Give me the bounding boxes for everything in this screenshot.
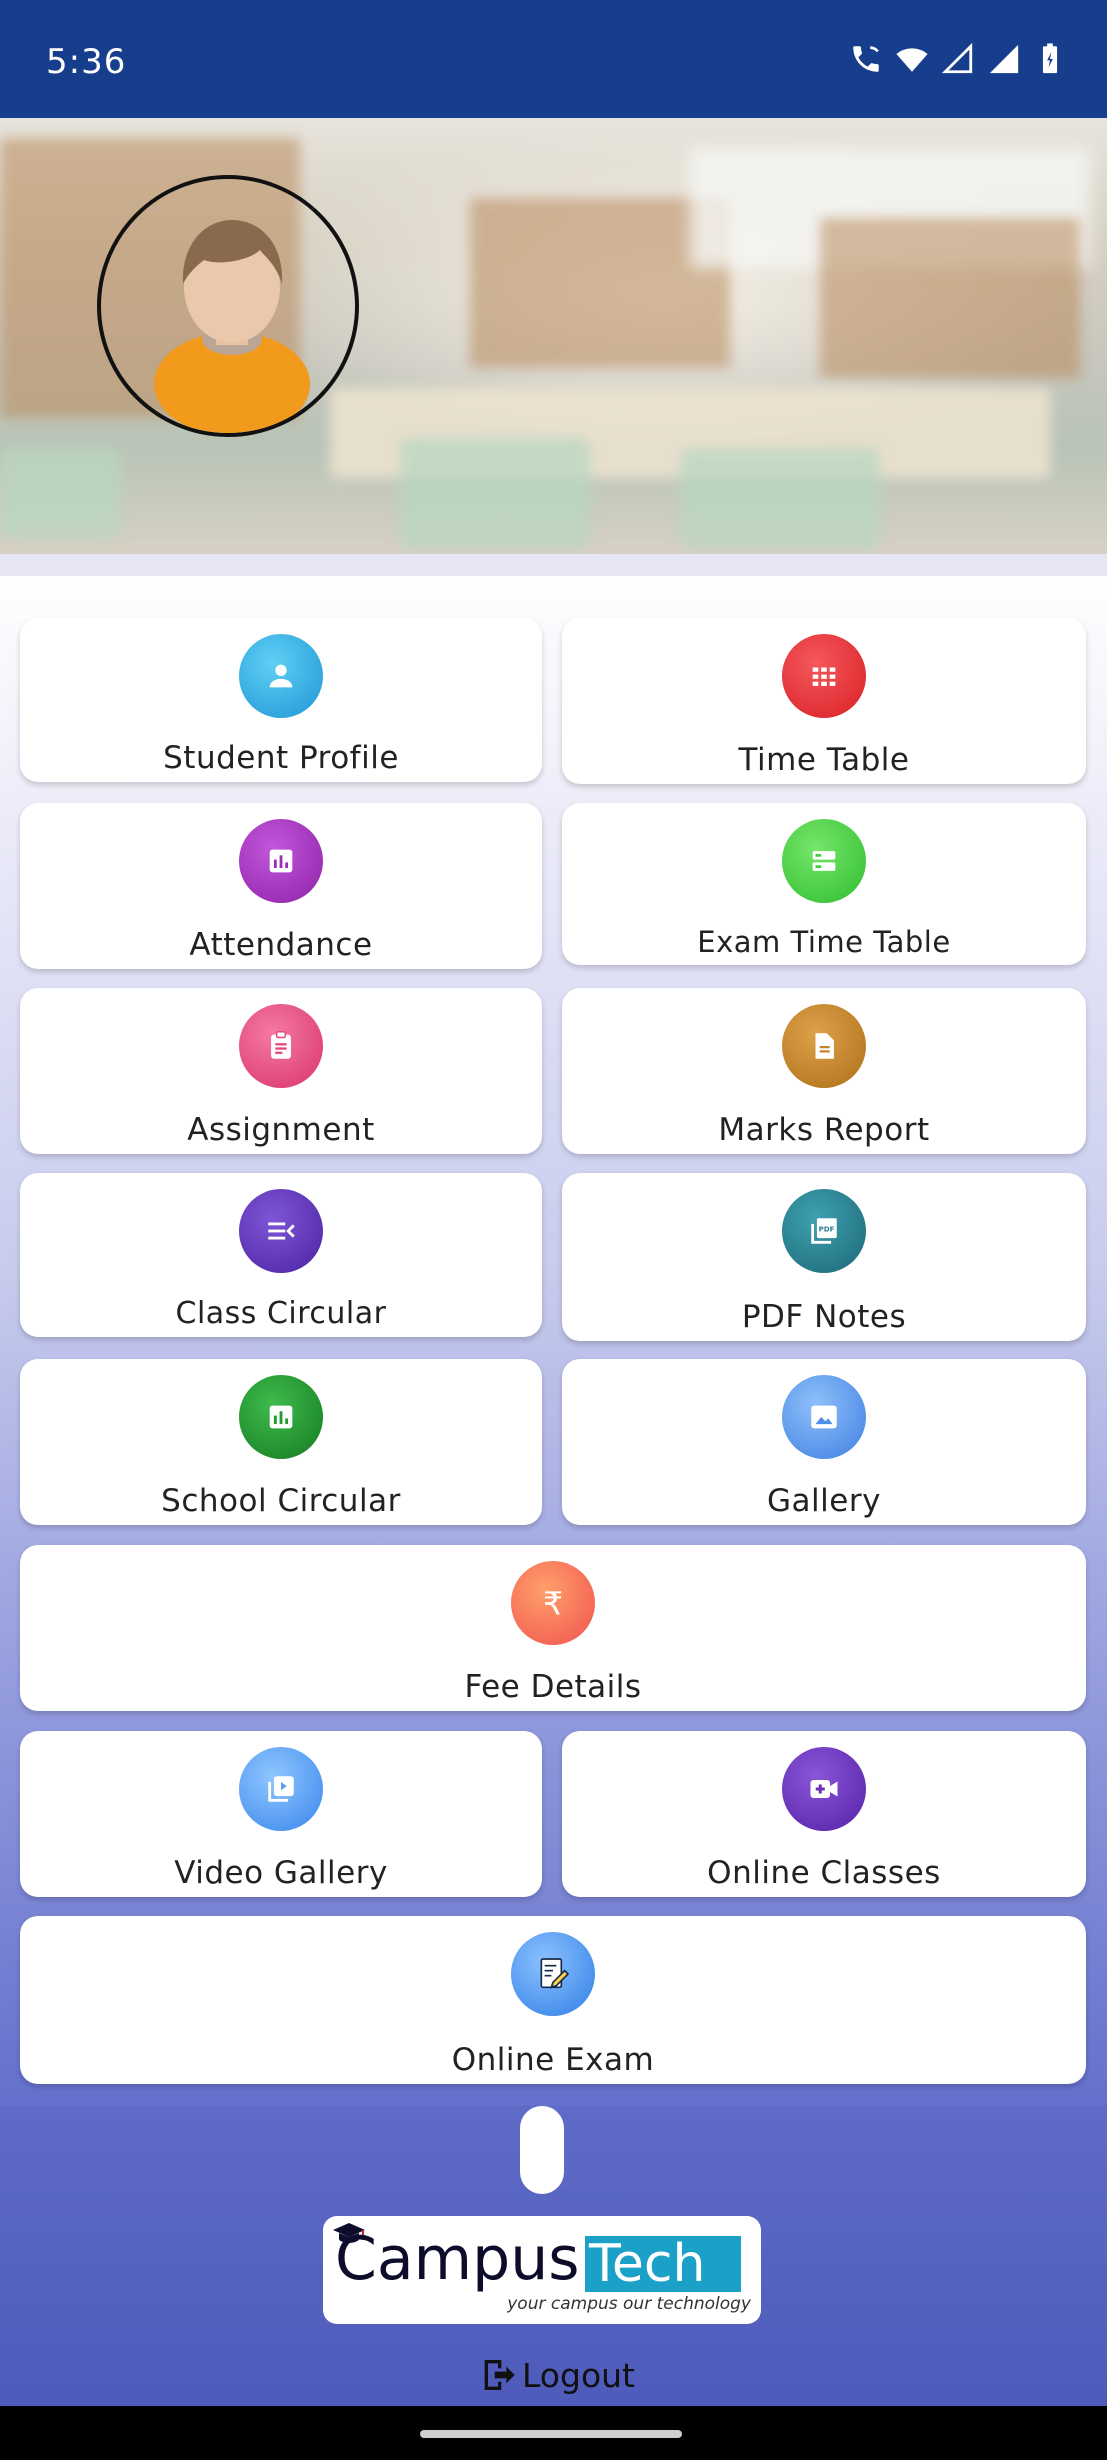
logout-label: Logout <box>522 2355 635 2395</box>
logout-button[interactable]: Logout <box>478 2350 635 2400</box>
marks-report-card[interactable]: Marks Report <box>562 988 1086 1154</box>
grid-icon <box>782 634 866 718</box>
time-table-label: Time Table <box>738 742 910 778</box>
document-icon <box>782 1004 866 1088</box>
school-circular-card[interactable]: School Circular <box>20 1359 542 1525</box>
class-circular-label: Class Circular <box>175 1296 387 1331</box>
avatar[interactable] <box>97 175 359 437</box>
wifi-icon <box>895 42 929 76</box>
bar-chart-icon <box>239 1375 323 1459</box>
assignment-label: Assignment <box>187 1112 375 1148</box>
video-gallery-card[interactable]: Video Gallery <box>20 1731 542 1897</box>
online-classes-card[interactable]: Online Classes <box>562 1731 1086 1897</box>
rupee-icon: ₹ <box>511 1561 595 1645</box>
system-nav-bar <box>0 2406 1107 2460</box>
exam-time-table-label: Exam Time Table <box>697 925 951 959</box>
video-call-icon <box>782 1747 866 1831</box>
bar-chart-icon <box>239 819 323 903</box>
svg-text:₹: ₹ <box>543 1587 563 1623</box>
online-classes-label: Online Classes <box>707 1855 941 1891</box>
list-icon <box>239 1189 323 1273</box>
fee-details-label: Fee Details <box>464 1669 642 1705</box>
svg-text:PDF: PDF <box>819 1225 835 1234</box>
online-exam-card[interactable]: Online Exam <box>20 1916 1086 2084</box>
logout-icon <box>484 2360 515 2390</box>
assignment-card[interactable]: Assignment <box>20 988 542 1154</box>
logo-tagline: your campus our technology <box>507 2294 751 2314</box>
scroll-handle[interactable] <box>520 2106 564 2194</box>
pdf-notes-card[interactable]: PDF PDF Notes <box>562 1173 1086 1341</box>
pdf-icon: PDF <box>782 1189 866 1273</box>
video-library-icon <box>239 1747 323 1831</box>
gallery-card[interactable]: Gallery <box>562 1359 1086 1525</box>
online-exam-label: Online Exam <box>451 2042 655 2078</box>
attendance-card[interactable]: Attendance <box>20 803 542 969</box>
home-gesture-pill[interactable] <box>420 2430 682 2438</box>
exam-time-table-card[interactable]: Exam Time Table <box>562 803 1086 965</box>
person-icon <box>239 634 323 718</box>
time-table-card[interactable]: Time Table <box>562 618 1086 784</box>
class-circular-card[interactable]: Class Circular <box>20 1173 542 1337</box>
logo-campus: Campus <box>335 2224 580 2294</box>
user-avatar-icon <box>154 220 310 433</box>
attendance-label: Attendance <box>189 927 373 963</box>
pdf-notes-label: PDF Notes <box>741 1299 907 1335</box>
student-profile-label: Student Profile <box>163 740 399 776</box>
gallery-label: Gallery <box>767 1483 881 1519</box>
student-profile-card[interactable]: Student Profile <box>20 618 542 782</box>
image-icon <box>782 1375 866 1459</box>
marks-report-label: Marks Report <box>718 1112 930 1148</box>
status-bar: 5:36 <box>0 0 1107 118</box>
signal-icon <box>941 42 975 76</box>
wifi-call-icon <box>849 42 883 76</box>
battery-icon <box>1033 42 1067 76</box>
campustech-logo: Campus Tech your campus our technology <box>323 2216 761 2324</box>
fee-details-card[interactable]: ₹ Fee Details <box>20 1545 1086 1711</box>
status-time: 5:36 <box>46 42 127 82</box>
school-circular-label: School Circular <box>161 1483 401 1519</box>
status-icons <box>849 42 1067 76</box>
clipboard-icon <box>239 1004 323 1088</box>
divider-strip <box>0 554 1107 576</box>
storage-icon <box>782 819 866 903</box>
signal-full-icon <box>987 42 1021 76</box>
video-gallery-label: Video Gallery <box>174 1855 388 1891</box>
logo-tech: Tech <box>585 2236 741 2292</box>
exam-edit-icon <box>511 1932 595 2016</box>
